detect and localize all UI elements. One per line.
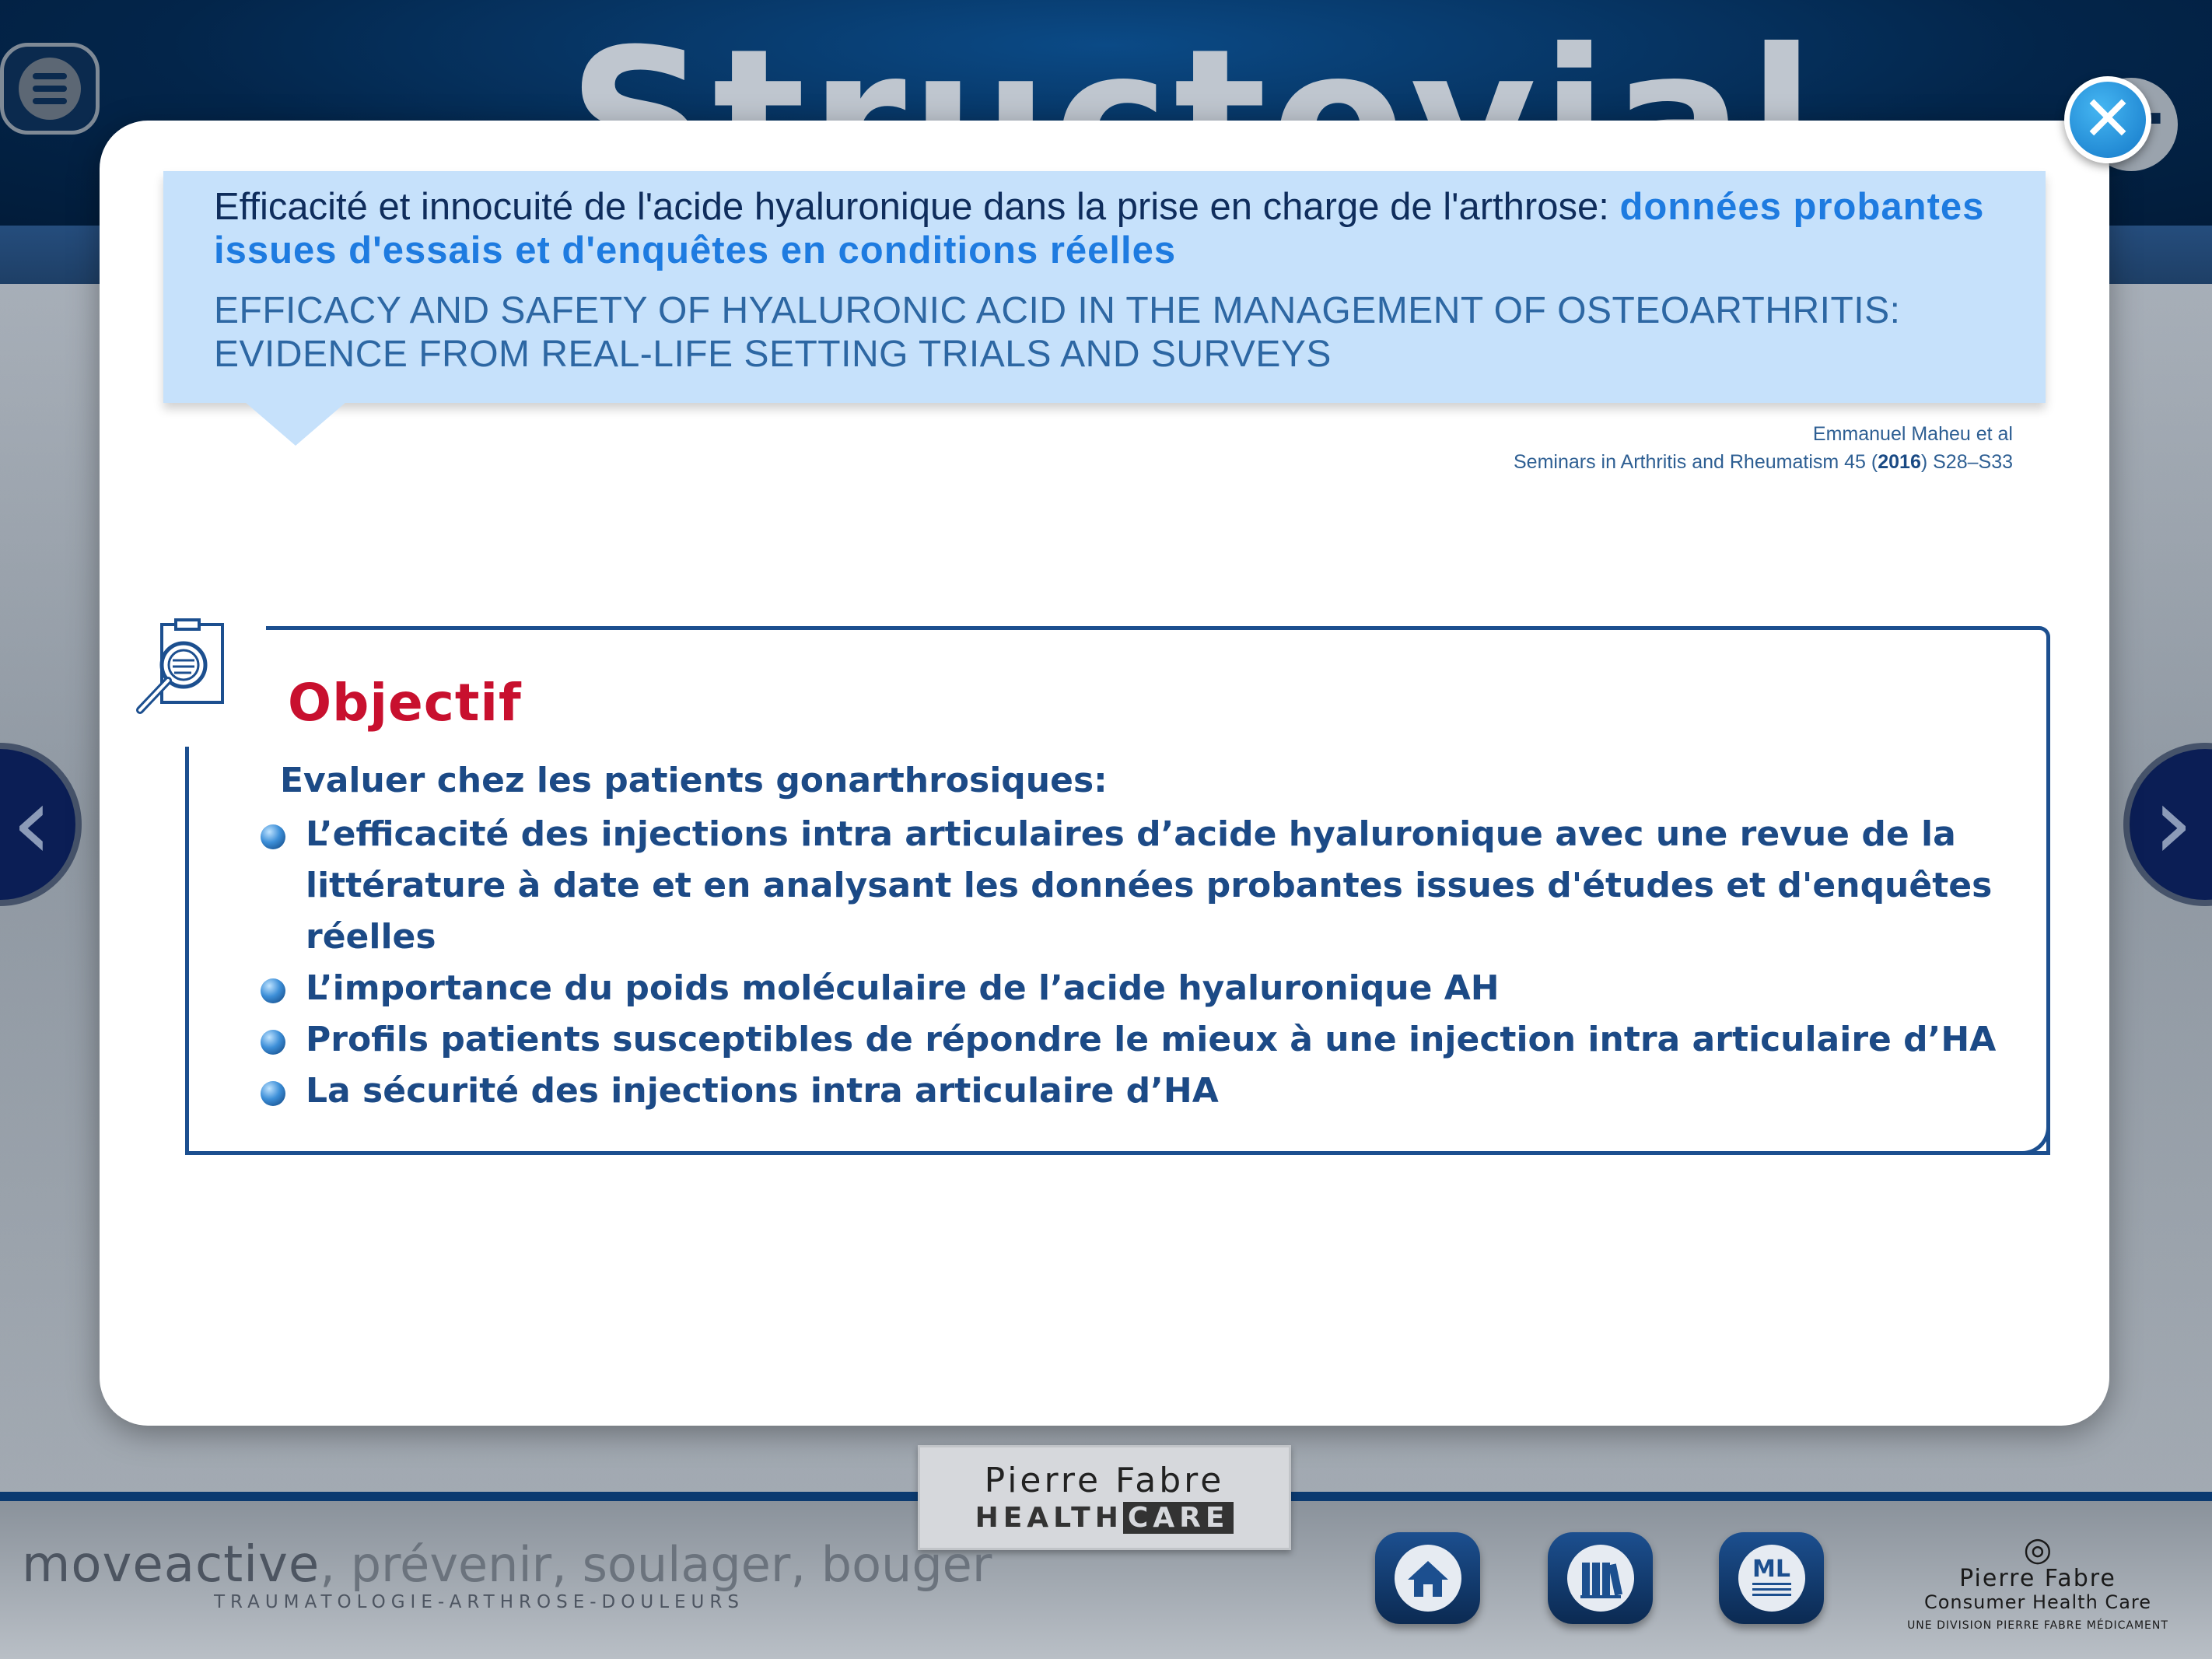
pierre-fabre-mark-icon: ◎: [2023, 1530, 2053, 1568]
consumer-logo-subline: UNE DIVISION PIERRE FABRE MÉDICAMENT: [1907, 1619, 2168, 1632]
library-button[interactable]: [1548, 1532, 1653, 1624]
home-button[interactable]: [1375, 1532, 1480, 1624]
menu-button[interactable]: [0, 43, 100, 135]
chevron-left-icon: ‹: [12, 764, 52, 882]
list-item-text: La sécurité des injections intra articul…: [306, 1071, 1219, 1111]
citation-journal: Seminars in Arthritis and Rheumatism 45 …: [1514, 448, 2013, 476]
study-title-french: Efficacité et innocuité de l'acide hyalu…: [214, 185, 1999, 272]
list-item: L’importance du poids moléculaire de l’a…: [261, 963, 2018, 1014]
moveactive-tagline: moveactive, prévenir, soulager, bouger: [22, 1536, 992, 1594]
consumer-logo-name: Pierre Fabre: [1959, 1565, 2116, 1592]
objective-list: L’efficacité des injections intra articu…: [261, 809, 2018, 1117]
logo-care: CARE: [1122, 1502, 1234, 1534]
citation-pages: ) S28–S33: [1920, 451, 2013, 473]
bullet-icon: [261, 1081, 285, 1106]
ml-button[interactable]: ML: [1719, 1532, 1824, 1624]
close-button[interactable]: ✕: [2064, 76, 2151, 163]
pierre-fabre-consumer-logo: ◎ Pierre Fabre Consumer Health Care UNE …: [1898, 1532, 2178, 1633]
objective-intro: Evaluer chez les patients gonarthrosique…: [280, 761, 1108, 800]
brand-subline: TRAUMATOLOGIE-ARTHROSE-DOULEURS: [214, 1592, 744, 1612]
bullet-icon: [261, 1030, 285, 1055]
study-title-english: EFFICACY AND SAFETY OF HYALURONIC ACID I…: [214, 290, 1901, 375]
pierre-fabre-healthcare-logo: Pierre Fabre HEALTH CARE: [918, 1445, 1291, 1550]
document-search-icon: [136, 618, 224, 714]
bullet-icon: [261, 824, 285, 849]
brand-slogan: , prévenir, soulager, bouger: [320, 1536, 992, 1593]
list-item-text: Profils patients susceptibles de répondr…: [306, 1020, 1997, 1059]
close-icon: ✕: [2081, 82, 2134, 155]
library-icon: [1566, 1545, 1634, 1612]
logo-healthcare: HEALTH CARE: [975, 1502, 1234, 1534]
consumer-logo-division: Consumer Health Care: [1923, 1591, 2151, 1613]
list-item-text: L’importance du poids moléculaire de l’a…: [306, 968, 1500, 1008]
previous-slide-button[interactable]: ‹: [0, 743, 82, 906]
logo-health: HEALTH: [975, 1502, 1123, 1534]
objective-heading: Objectif: [288, 673, 522, 733]
bullet-icon: [261, 978, 285, 1003]
ml-label: ML: [1752, 1556, 1790, 1583]
logo-name: Pierre Fabre: [984, 1461, 1225, 1500]
citation-journal-name: Seminars in Arthritis and Rheumatism 45 …: [1513, 451, 1878, 473]
next-slide-button[interactable]: ›: [2123, 743, 2212, 906]
study-title-french-main: Efficacité et innocuité de l'acide hyalu…: [214, 186, 1620, 228]
citation-year: 2016: [1878, 451, 1921, 473]
list-icon: [19, 58, 81, 120]
list-item: Profils patients susceptibles de répondr…: [261, 1014, 2018, 1066]
objective-frame-corner: [2022, 747, 2050, 1155]
citation: Emmanuel Maheu et al Seminars in Arthrit…: [1514, 420, 2013, 476]
ml-icon: ML: [1738, 1545, 1805, 1612]
chevron-right-icon: ›: [2153, 764, 2193, 882]
study-title-box: Efficacité et innocuité de l'acide hyalu…: [163, 171, 2046, 446]
list-item: La sécurité des injections intra articul…: [261, 1066, 2018, 1117]
brand-name: moveactive: [22, 1536, 320, 1594]
list-item-text: L’efficacité des injections intra articu…: [306, 814, 1993, 957]
list-item: L’efficacité des injections intra articu…: [261, 809, 2018, 963]
home-icon: [1394, 1545, 1461, 1612]
citation-authors: Emmanuel Maheu et al: [1812, 423, 2013, 445]
